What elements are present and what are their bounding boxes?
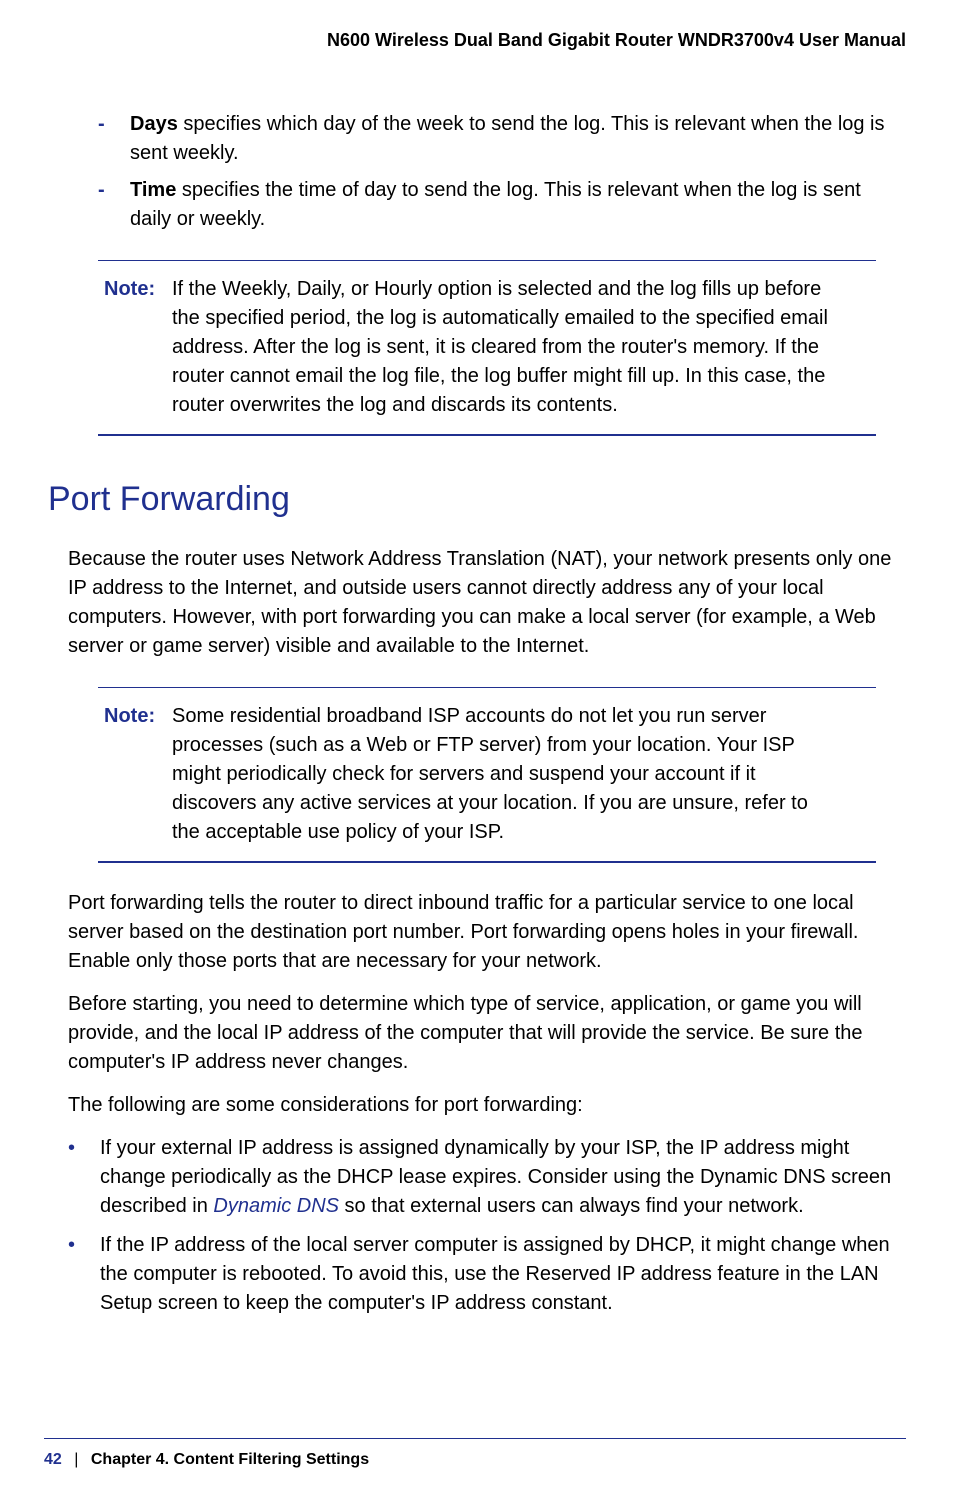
dash-list: - Days specifies which day of the week t… [98,110,906,234]
dash-marker: - [98,110,130,168]
footer-separator: | [74,1451,78,1468]
dash-rest: specifies the time of day to send the lo… [130,179,861,230]
dash-body: Time specifies the time of day to send t… [130,176,906,234]
bullet-body: If the IP address of the local server co… [100,1231,906,1318]
page-header-title: N600 Wireless Dual Band Gigabit Router W… [327,30,906,51]
paragraph: Before starting, you need to determine w… [68,990,906,1077]
note-box-2: Note: Some residential broadband ISP acc… [98,687,876,863]
note-label: Note: [104,702,172,847]
paragraph: The following are some considerations fo… [68,1091,906,1120]
dash-lead: Days [130,113,178,135]
bullet-text-post: so that external users can always find y… [339,1195,804,1217]
bullet-marker: • [68,1231,100,1318]
dash-rest: specifies which day of the week to send … [130,113,885,164]
note-label: Note: [104,275,172,420]
bullet-item: • If your external IP address is assigne… [68,1134,906,1221]
bullet-item: • If the IP address of the local server … [68,1231,906,1318]
bullet-marker: • [68,1134,100,1221]
page-content: - Days specifies which day of the week t… [68,110,906,1328]
manual-page: N600 Wireless Dual Band Gigabit Router W… [0,0,978,1503]
page-number: 42 [44,1451,62,1468]
note-text: Some residential broadband ISP accounts … [172,702,870,847]
dash-item-time: - Time specifies the time of day to send… [98,176,906,234]
note-box-1: Note: If the Weekly, Daily, or Hourly op… [98,260,876,436]
footer-rule [44,1438,906,1439]
link-dynamic-dns[interactable]: Dynamic DNS [213,1195,339,1217]
note-text: If the Weekly, Daily, or Hourly option i… [172,275,870,420]
dash-body: Days specifies which day of the week to … [130,110,906,168]
footer-chapter: Chapter 4. Content Filtering Settings [91,1451,369,1468]
dash-lead: Time [130,179,176,201]
page-footer: 42 | Chapter 4. Content Filtering Settin… [44,1451,369,1469]
section-heading-port-forwarding: Port Forwarding [48,480,906,519]
dash-item-days: - Days specifies which day of the week t… [98,110,906,168]
dash-marker: - [98,176,130,234]
bullet-body: If your external IP address is assigned … [100,1134,906,1221]
paragraph: Port forwarding tells the router to dire… [68,889,906,976]
paragraph: Because the router uses Network Address … [68,545,906,661]
